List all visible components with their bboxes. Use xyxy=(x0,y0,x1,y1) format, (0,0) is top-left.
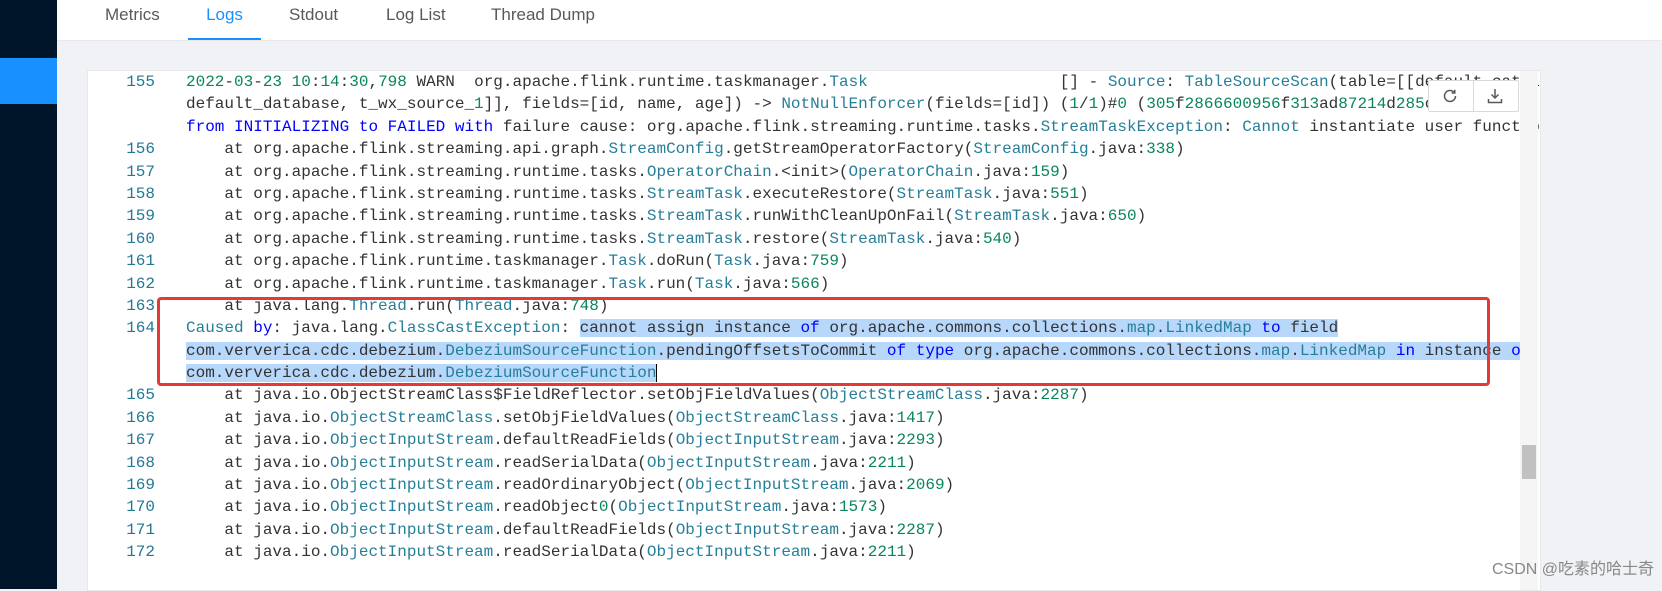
log-line-number: 166 xyxy=(126,408,155,427)
download-icon xyxy=(1487,89,1503,104)
log-line-number: 165 xyxy=(126,386,155,405)
log-line: com.ververica.cdc.debezium.DebeziumSourc… xyxy=(88,340,1531,362)
log-line-number: 160 xyxy=(126,229,155,248)
download-button[interactable] xyxy=(1474,81,1518,111)
log-line-text: from INITIALIZING to FAILED with failure… xyxy=(186,117,1541,136)
log-line: 170 at java.io.ObjectInputStream.readObj… xyxy=(88,496,1518,518)
tab-stdout[interactable]: Stdout xyxy=(289,0,338,38)
log-line-number: 171 xyxy=(126,520,155,539)
log-line-text: at java.io.ObjectStreamClass.setObjField… xyxy=(186,408,945,427)
log-line: com.ververica.cdc.debezium.DebeziumSourc… xyxy=(88,362,1518,384)
log-line-text: at java.io.ObjectInputStream.readSerialD… xyxy=(186,453,916,472)
log-line-text: Caused by: java.lang.ClassCastException:… xyxy=(186,319,1339,338)
log-line: 171 at java.io.ObjectInputStream.default… xyxy=(88,519,1518,541)
log-line: 157 at org.apache.flink.streaming.runtim… xyxy=(88,161,1518,183)
log-line: 160 at org.apache.flink.streaming.runtim… xyxy=(88,228,1518,250)
log-line-text: at java.io.ObjectInputStream.defaultRead… xyxy=(186,520,945,539)
log-line: default_database, t_wx_source_1]], field… xyxy=(88,93,1518,115)
log-line: 156 at org.apache.flink.streaming.api.gr… xyxy=(88,138,1518,160)
tab-logs[interactable]: Logs xyxy=(188,0,261,40)
log-line: 172 at java.io.ObjectInputStream.readSer… xyxy=(88,541,1518,563)
scrollbar-thumb[interactable] xyxy=(1522,445,1536,479)
log-viewer: 155 2022-03-23 10:14:30,798 WARN org.apac… xyxy=(87,70,1541,591)
log-line-number: 161 xyxy=(126,252,155,271)
log-line-text: at org.apache.flink.runtime.taskmanager.… xyxy=(186,252,849,271)
tab-thread-dump[interactable]: Thread Dump xyxy=(491,0,595,38)
log-line-number: 169 xyxy=(126,476,155,495)
log-line-text: at java.io.ObjectStreamClass$FieldReflec… xyxy=(186,386,1089,405)
refresh-button[interactable] xyxy=(1429,81,1473,111)
log-line: from INITIALIZING to FAILED with failure… xyxy=(88,116,1540,138)
watermark: CSDN @吃素的哈士奇 xyxy=(1491,561,1654,578)
log-line: 168 at java.io.ObjectInputStream.readSer… xyxy=(88,452,1518,474)
log-line-number: 157 xyxy=(126,162,155,181)
log-line-number: 167 xyxy=(126,431,155,450)
log-line-number: 155 xyxy=(126,73,155,91)
log-line: 155 2022-03-23 10:14:30,798 WARN org.apac… xyxy=(88,71,1540,93)
log-line-text: at java.io.ObjectInputStream.readOrdinar… xyxy=(186,476,955,495)
log-toolbar xyxy=(1428,80,1519,112)
log-line: 167 at java.io.ObjectInputStream.default… xyxy=(88,429,1518,451)
log-line-number: 162 xyxy=(126,274,155,293)
log-line: 169 at java.io.ObjectInputStream.readOrd… xyxy=(88,474,1518,496)
log-line-text: at java.io.ObjectInputStream.readSerialD… xyxy=(186,543,916,562)
log-content[interactable]: 155 2022-03-23 10:14:30,798 WARN org.apac… xyxy=(88,71,1540,564)
tab-log-list[interactable]: Log List xyxy=(386,0,446,38)
log-line-text: at org.apache.flink.streaming.runtime.ta… xyxy=(186,184,1089,203)
log-line: 158 at org.apache.flink.streaming.runtim… xyxy=(88,183,1518,205)
sidebar-active-item[interactable] xyxy=(0,58,57,104)
log-line-number: 156 xyxy=(126,140,155,159)
log-line-number: 159 xyxy=(126,207,155,226)
log-line-text: com.ververica.cdc.debezium.DebeziumSourc… xyxy=(186,363,658,383)
log-line-text: at org.apache.flink.streaming.runtime.ta… xyxy=(186,229,1022,248)
log-line: 159 at org.apache.flink.streaming.runtim… xyxy=(88,205,1518,227)
log-line-number: 163 xyxy=(126,296,155,315)
log-line-text: at java.io.ObjectInputStream.readObject0… xyxy=(186,498,887,517)
log-line-text: at org.apache.flink.streaming.runtime.ta… xyxy=(186,162,1070,181)
log-line-text: at java.lang.Thread.run(Thread.java:748) xyxy=(186,296,609,315)
log-line-number: 168 xyxy=(126,453,155,472)
log-line-number: 164 xyxy=(126,319,155,338)
log-line-text: at org.apache.flink.streaming.api.graph.… xyxy=(186,140,1185,159)
log-line: 166 at java.io.ObjectStreamClass.setObjF… xyxy=(88,407,1518,429)
log-line: 164 Caused by: java.lang.ClassCastExcepti… xyxy=(88,317,1518,339)
refresh-icon xyxy=(1443,89,1457,103)
tab-bar: Metrics Logs Stdout Log List Thread Dump xyxy=(57,0,1662,41)
sidebar xyxy=(0,0,57,589)
log-line-text: at org.apache.flink.streaming.runtime.ta… xyxy=(186,207,1147,226)
log-line-text: at java.io.ObjectInputStream.defaultRead… xyxy=(186,431,945,450)
log-line: 161 at org.apache.flink.runtime.taskmana… xyxy=(88,250,1518,272)
log-line-text: default_database, t_wx_source_1]], field… xyxy=(186,95,1502,114)
log-line-number: 172 xyxy=(126,543,155,562)
log-line: 162 at org.apache.flink.runtime.taskmana… xyxy=(88,273,1518,295)
log-line-number: 158 xyxy=(126,184,155,203)
tab-metrics[interactable]: Metrics xyxy=(105,0,160,38)
vertical-scrollbar[interactable] xyxy=(1520,71,1538,590)
log-line-number: 170 xyxy=(126,498,155,517)
log-line: 165 at java.io.ObjectStreamClass$FieldRe… xyxy=(88,384,1518,406)
log-line-text: com.ververica.cdc.debezium.DebeziumSourc… xyxy=(186,340,1531,362)
log-line-text: 2022-03-23 10:14:30,798 WARN org.apache.… xyxy=(186,73,1540,91)
log-line: 163 at java.lang.Thread.run(Thread.java:… xyxy=(88,295,1518,317)
log-line-text: at org.apache.flink.runtime.taskmanager.… xyxy=(186,274,830,293)
